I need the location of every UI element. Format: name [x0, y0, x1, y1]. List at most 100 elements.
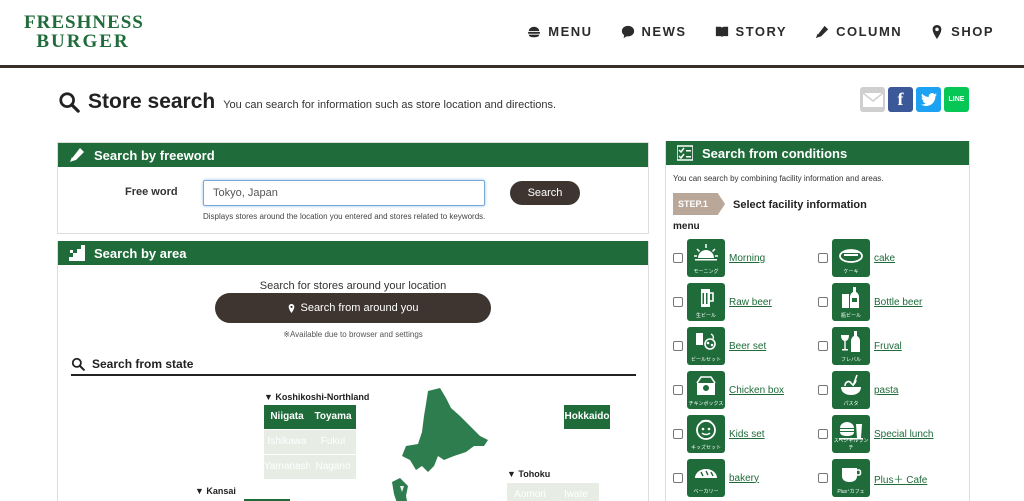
- logo-line1: FRESHNESS: [24, 12, 144, 33]
- main-nav: MENU NEWS STORY COLUMN SHOP: [527, 24, 994, 39]
- checkbox-fruval[interactable]: [818, 341, 828, 351]
- facility-fruval-jp: フレバル: [840, 357, 861, 363]
- pref-aomori[interactable]: Aomori: [507, 483, 553, 501]
- beer-bottle-icon: 瓶ビール: [832, 283, 870, 321]
- mail-share-button[interactable]: [860, 87, 885, 112]
- facility-fruval: フレバル Fruval: [818, 327, 902, 365]
- facility-cake-jp: ケーキ: [843, 269, 859, 275]
- facility-kids-set: キッズセット Kids set: [673, 415, 765, 453]
- facebook-share-button[interactable]: f: [888, 87, 913, 112]
- map-hokkaido[interactable]: [402, 388, 488, 472]
- freeword-heading-text: Search by freeword: [94, 147, 215, 163]
- site-header: FRESHNESS BURGER MENU NEWS STORY COLUMN …: [0, 0, 1024, 68]
- checkbox-special-lunch[interactable]: [818, 429, 828, 439]
- pref-hokkaido[interactable]: Hokkaido: [564, 405, 610, 429]
- checkbox-beer-set[interactable]: [673, 341, 683, 351]
- around-text: Search for stores around your location: [259, 280, 447, 292]
- nav-shop[interactable]: SHOP: [930, 24, 994, 39]
- twitter-share-button[interactable]: [916, 87, 941, 112]
- freeword-hint: Displays stores around the location you …: [203, 212, 486, 221]
- facility-kids-set-jp: キッズセット: [690, 445, 721, 451]
- nav-news[interactable]: NEWS: [621, 24, 687, 39]
- pref-yamanashi[interactable]: Yamanashi: [264, 455, 313, 479]
- area-panel: Search by area Search for stores around …: [57, 241, 649, 501]
- freeword-search-button[interactable]: Search: [510, 181, 580, 205]
- page-title-row: Store search You can search for informat…: [58, 90, 556, 114]
- nav-menu[interactable]: MENU: [527, 24, 592, 39]
- burger-icon: [528, 26, 541, 37]
- checkbox-cake[interactable]: [818, 253, 828, 263]
- conditions-desc: You can search by combining facility inf…: [673, 174, 884, 183]
- state-heading: Search from state: [71, 354, 636, 376]
- facility-raw-beer-jp: 生ビール: [695, 313, 716, 319]
- facility-pasta-link[interactable]: pasta: [874, 385, 898, 396]
- facility-cake: ケーキ cake: [818, 239, 895, 277]
- state-heading-text: Search from state: [92, 357, 194, 371]
- pasta-icon: パスタ: [832, 371, 870, 409]
- search-around-button[interactable]: Search from around you: [215, 293, 491, 323]
- bread-icon: ベーカリー: [687, 459, 725, 497]
- facility-special-lunch-jp: スペシャルランチ: [833, 438, 869, 451]
- facility-beer-set: ビールセット Beer set: [673, 327, 766, 365]
- facility-fruval-link[interactable]: Fruval: [874, 341, 902, 352]
- conditions-heading-text: Search from conditions: [702, 145, 848, 161]
- wine-icon: フレバル: [832, 327, 870, 365]
- nav-story-label: STORY: [735, 24, 788, 39]
- facility-kids-set-link[interactable]: Kids set: [729, 429, 765, 440]
- area-heading: Search by area: [58, 241, 648, 265]
- facility-chicken-box-link[interactable]: Chicken box: [729, 385, 784, 396]
- search-around-label: Search from around you: [300, 302, 419, 314]
- chicken-box-icon: チキンボックス: [687, 371, 725, 409]
- checkbox-plus-cafe[interactable]: [818, 473, 828, 483]
- checkbox-kids-set[interactable]: [673, 429, 683, 439]
- pref-niigata[interactable]: Niigata: [264, 405, 310, 429]
- pref-ishikawa[interactable]: Ishikawa: [264, 430, 310, 454]
- stairs-icon: [69, 245, 85, 261]
- facility-bottle-beer-jp: 瓶ビール: [840, 313, 861, 319]
- facility-raw-beer: 生ビール Raw beer: [673, 283, 772, 321]
- facility-special-lunch-link[interactable]: Special lunch: [874, 429, 933, 440]
- book-icon: [715, 26, 728, 37]
- nav-column[interactable]: COLUMN: [815, 24, 902, 39]
- line-share-button[interactable]: LINE: [944, 87, 969, 112]
- checkbox-raw-beer[interactable]: [673, 297, 683, 307]
- checkbox-chicken-box[interactable]: [673, 385, 683, 395]
- japan-map[interactable]: [388, 386, 493, 501]
- freeword-heading: Search by freeword: [58, 143, 648, 167]
- logo[interactable]: FRESHNESS BURGER: [24, 12, 144, 51]
- facility-cake-link[interactable]: cake: [874, 253, 895, 264]
- nav-shop-label: SHOP: [951, 24, 994, 39]
- facility-beer-set-link[interactable]: Beer set: [729, 341, 766, 352]
- facility-bakery-link[interactable]: bakery: [729, 473, 759, 484]
- region-koshikoshi: ▼ Koshikoshi-Northland: [264, 392, 370, 402]
- freeword-panel: Search by freeword Free word Tokyo, Japa…: [57, 142, 649, 234]
- facility-plus-cafe-link[interactable]: Plus＋ Cafe: [874, 471, 927, 486]
- facebook-icon: f: [897, 89, 904, 109]
- freeword-label: Free word: [125, 186, 178, 198]
- sunrise-icon: モーニング: [687, 239, 725, 277]
- facility-morning-link[interactable]: Morning: [729, 253, 765, 264]
- page-subtitle: You can search for information such as s…: [223, 99, 557, 111]
- nav-news-label: NEWS: [641, 24, 687, 39]
- pencil-icon: [815, 25, 829, 38]
- search-icon: [71, 357, 85, 371]
- pencil-icon: [70, 148, 84, 162]
- checkbox-morning[interactable]: [673, 253, 683, 263]
- freeword-input[interactable]: Tokyo, Japan: [203, 180, 485, 206]
- facility-special-lunch: スペシャルランチ Special lunch: [818, 415, 933, 453]
- map-tohoku[interactable]: [392, 478, 408, 501]
- pref-fukui[interactable]: Fukui: [310, 430, 356, 454]
- search-icon: [59, 92, 80, 113]
- facility-bottle-beer-link[interactable]: Bottle beer: [874, 297, 922, 308]
- conditions-heading: Search from conditions: [666, 141, 969, 165]
- checkbox-bottle-beer[interactable]: [818, 297, 828, 307]
- area-heading-text: Search by area: [94, 245, 187, 261]
- checkbox-pasta[interactable]: [818, 385, 828, 395]
- pref-iwate[interactable]: Iwate: [553, 483, 599, 501]
- nav-story[interactable]: STORY: [715, 24, 788, 39]
- pref-toyama[interactable]: Toyama: [310, 405, 356, 429]
- facility-raw-beer-link[interactable]: Raw beer: [729, 297, 772, 308]
- checkbox-bakery[interactable]: [673, 473, 683, 483]
- kids-face-icon: キッズセット: [687, 415, 725, 453]
- pref-nagano[interactable]: Nagano: [310, 455, 356, 479]
